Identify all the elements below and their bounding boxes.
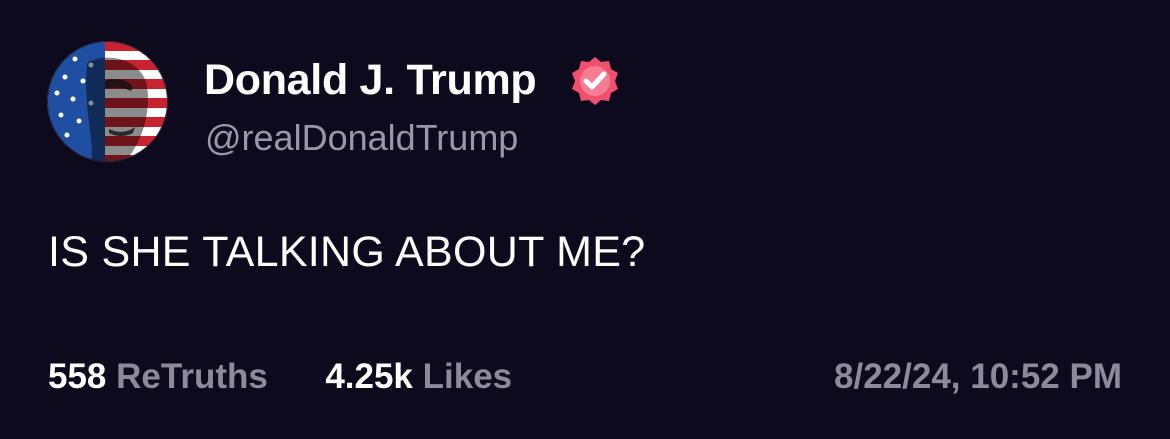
post-stats: 558 ReTruths 4.25k Likes [48, 355, 512, 399]
author-handle[interactable]: @realDonaldTrump [205, 116, 518, 160]
verified-badge-icon [572, 57, 618, 105]
likes-label: Likes [422, 357, 513, 396]
post-text: IS SHE TALKING ABOUT ME? [48, 228, 646, 276]
retruths-count: 558 [48, 357, 107, 396]
post-timestamp[interactable]: 8/22/24, 10:52 PM [834, 355, 1122, 399]
retruths-label: ReTruths [116, 357, 268, 396]
likes-count: 4.25k [325, 357, 413, 396]
likes-stat[interactable]: 4.25k Likes [316, 357, 513, 396]
author-display-name[interactable]: Donald J. Trump [204, 54, 537, 106]
retruths-stat[interactable]: 558 ReTruths [48, 357, 278, 396]
post-card: Donald J. Trump @realDonaldTrump IS SHE … [0, 0, 1170, 439]
author-avatar[interactable] [47, 41, 168, 162]
flag-portrait-icon [47, 41, 168, 162]
